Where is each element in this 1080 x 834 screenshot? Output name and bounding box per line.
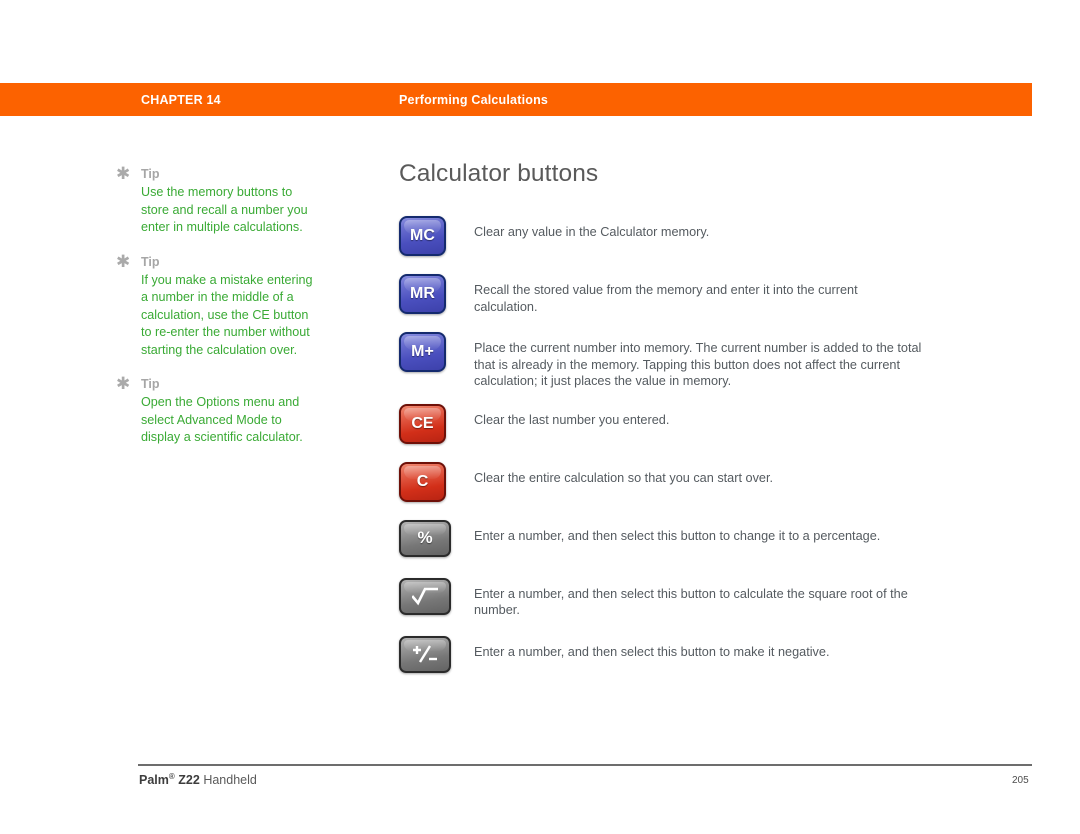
asterisk-icon: ✱ xyxy=(116,374,131,393)
tip-text: Use the memory buttons to store and reca… xyxy=(141,185,308,234)
button-cell xyxy=(399,634,474,673)
button-label: MR xyxy=(410,285,435,302)
plus-minus-button[interactable] xyxy=(399,635,451,673)
main-content: Calculator buttons MC Clear any value in… xyxy=(399,160,959,692)
square-root-icon xyxy=(412,587,438,606)
button-cell: MC xyxy=(399,214,474,256)
button-cell: % xyxy=(399,518,474,557)
tip-header: ✱ Tip xyxy=(116,164,331,184)
tip-label: Tip xyxy=(141,167,160,181)
page-title: Calculator buttons xyxy=(399,160,599,187)
page-number: 205 xyxy=(1012,775,1029,786)
button-label: CE xyxy=(411,414,434,432)
calculator-button-row: Enter a number, and then select this but… xyxy=(399,634,959,680)
asterisk-icon: ✱ xyxy=(116,251,131,271)
registered-mark: ® xyxy=(168,772,175,781)
calculator-button-row: C Clear the entire calculation so that y… xyxy=(399,460,959,506)
tip-block: ✱ Tip Use the memory buttons to store an… xyxy=(116,164,331,237)
button-description: Clear any value in the Calculator memory… xyxy=(474,225,710,239)
button-label: M+ xyxy=(411,343,434,360)
percent-button[interactable]: % xyxy=(399,519,451,557)
button-description: Enter a number, and then select this but… xyxy=(474,528,881,543)
button-cell: C xyxy=(399,460,474,502)
button-description: Enter a number, and then select this but… xyxy=(474,586,908,618)
button-label: % xyxy=(417,528,433,547)
square-root-button[interactable] xyxy=(399,577,451,615)
calculator-button-row: CE Clear the last number you entered. xyxy=(399,402,959,448)
button-description: Clear the last number you entered. xyxy=(474,412,670,427)
button-cell: MR xyxy=(399,272,474,314)
calculator-button-row: MC Clear any value in the Calculator mem… xyxy=(399,214,959,260)
tip-block: ✱ Tip If you make a mistake entering a n… xyxy=(116,251,331,360)
calculator-button-row: M+ Place the current number into memory.… xyxy=(399,330,959,390)
clear-all-button[interactable]: C xyxy=(399,461,446,502)
brand-name: Palm xyxy=(139,773,169,788)
button-label: MC xyxy=(410,227,435,244)
tips-sidebar: ✱ Tip Use the memory buttons to store an… xyxy=(116,164,331,464)
footer-product-line: Palm® Z22 Handheld xyxy=(139,772,257,787)
tip-header: ✱ Tip xyxy=(116,251,331,272)
product-type: Handheld xyxy=(203,773,257,788)
memory-recall-button[interactable]: MR xyxy=(399,274,446,314)
button-description: Enter a number, and then select this but… xyxy=(474,644,830,659)
button-cell: CE xyxy=(399,402,474,444)
tip-text: If you make a mistake entering a number … xyxy=(141,272,313,357)
model-name: Z22 xyxy=(178,773,200,788)
button-label: C xyxy=(416,472,429,490)
asterisk-icon: ✱ xyxy=(116,164,131,183)
button-description: Place the current number into memory. Th… xyxy=(474,341,922,388)
section-title-label: Performing Calculations xyxy=(399,92,549,107)
calculator-button-row: Enter a number, and then select this but… xyxy=(399,576,959,622)
tip-label: Tip xyxy=(141,254,160,269)
tip-text: Open the Options menu and select Advance… xyxy=(141,395,303,444)
chapter-header-bar: CHAPTER 14 Performing Calculations xyxy=(0,83,1032,116)
footer-divider xyxy=(138,764,1032,766)
calculator-button-row: MR Recall the stored value from the memo… xyxy=(399,272,959,318)
chapter-label: CHAPTER 14 xyxy=(141,92,221,107)
calculator-button-row: % Enter a number, and then select this b… xyxy=(399,518,959,564)
button-cell xyxy=(399,576,474,615)
clear-entry-button[interactable]: CE xyxy=(399,403,446,444)
tip-block: ✱ Tip Open the Options menu and select A… xyxy=(116,374,331,447)
plus-minus-icon xyxy=(413,645,437,663)
tip-label: Tip xyxy=(141,377,160,391)
memory-clear-button[interactable]: MC xyxy=(399,216,446,256)
button-description: Clear the entire calculation so that you… xyxy=(474,470,774,485)
tip-header: ✱ Tip xyxy=(116,374,331,394)
memory-add-button[interactable]: M+ xyxy=(399,332,446,372)
button-description: Recall the stored value from the memory … xyxy=(474,283,858,314)
button-cell: M+ xyxy=(399,330,474,372)
